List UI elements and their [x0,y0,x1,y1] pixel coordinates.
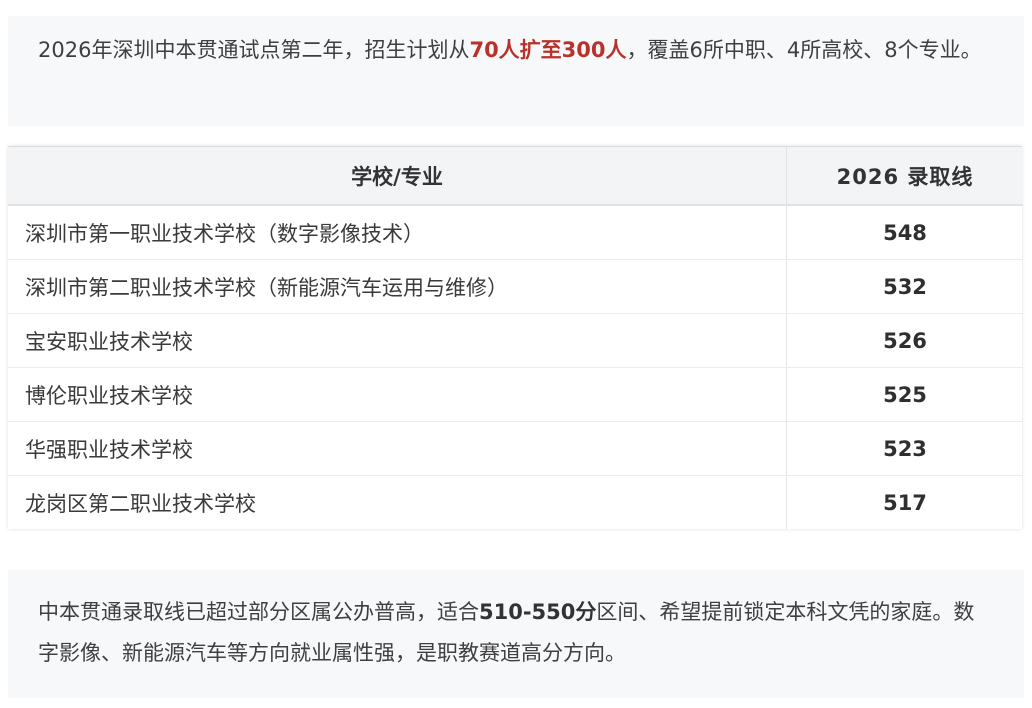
admission-table-container: 学校/专业 2026 录取线 深圳市第一职业技术学校（数字影像技术） 548 深… [8,146,1023,529]
intro-text-after: ，覆盖6所中职、4所高校、8个专业。 [626,38,982,62]
score-value: 525 [786,367,1023,422]
school-name: 深圳市第一职业技术学校（数字影像技术） [8,205,787,260]
score-value: 532 [786,259,1023,314]
intro-highlight: 70人扩至300人 [469,38,627,62]
score-value: 523 [786,421,1023,476]
table-row: 深圳市第二职业技术学校（新能源汽车运用与维修） 532 [8,259,1023,314]
school-name: 龙岗区第二职业技术学校 [8,475,787,529]
school-name: 华强职业技术学校 [8,421,787,476]
school-name: 博伦职业技术学校 [8,367,787,422]
score-value: 548 [786,205,1023,260]
table-header-row: 学校/专业 2026 录取线 [8,147,1023,206]
school-name: 深圳市第二职业技术学校（新能源汽车运用与维修） [8,259,787,314]
table-row: 深圳市第一职业技术学校（数字影像技术） 548 [8,205,1023,260]
table-row: 博伦职业技术学校 525 [8,367,1023,422]
header-school: 学校/专业 [8,147,787,206]
admission-table: 学校/专业 2026 录取线 深圳市第一职业技术学校（数字影像技术） 548 深… [8,147,1023,529]
table-row: 华强职业技术学校 523 [8,421,1023,476]
intro-note: 2026年深圳中本贯通试点第二年，招生计划从70人扩至300人，覆盖6所中职、4… [8,16,1024,126]
table-row: 宝安职业技术学校 526 [8,313,1023,368]
school-name: 宝安职业技术学校 [8,313,787,368]
summary-text-before: 中本贯通录取线已超过部分区属公办普高，适合 [38,600,479,624]
score-value: 517 [883,490,927,515]
intro-text-before: 2026年深圳中本贯通试点第二年，招生计划从 [38,38,470,62]
table-row: 龙岗区第二职业技术学校 517 [8,475,1023,529]
score-value: 526 [786,313,1023,368]
summary-note: 中本贯通录取线已超过部分区属公办普高，适合510-550分区间、希望提前锁定本科… [8,570,1024,698]
header-score: 2026 录取线 [786,147,1023,206]
summary-highlight: 510-550分 [479,600,597,624]
